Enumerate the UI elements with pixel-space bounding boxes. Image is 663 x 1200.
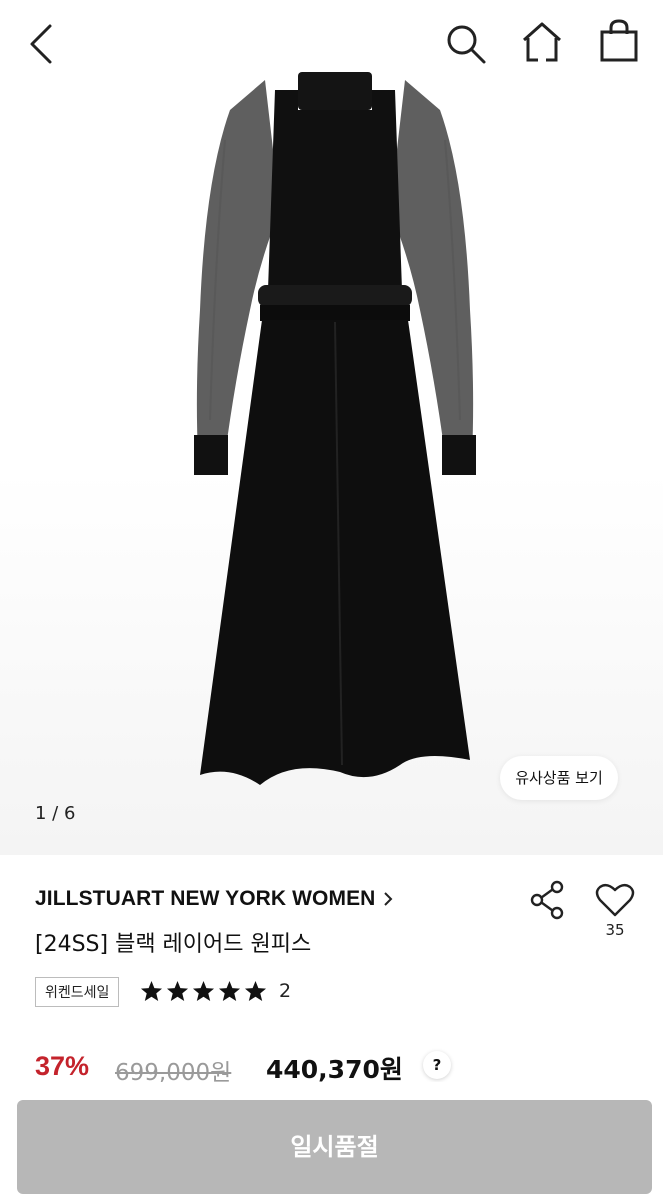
share-icon[interactable] bbox=[528, 880, 566, 924]
star-icon bbox=[244, 980, 267, 1002]
like-count: 35 bbox=[605, 921, 625, 939]
review-count[interactable]: 2 bbox=[279, 980, 291, 1002]
price-help-icon[interactable]: ? bbox=[423, 1051, 451, 1079]
sale-price: 440,370원 bbox=[266, 1055, 403, 1084]
product-image-gallery[interactable]: 유사상품 보기 1 / 6 bbox=[0, 0, 663, 855]
heart-icon[interactable] bbox=[595, 882, 635, 922]
star-icon bbox=[192, 980, 215, 1002]
image-page-indicator: 1 / 6 bbox=[35, 803, 76, 824]
chevron-right-icon bbox=[384, 892, 393, 906]
brand-link[interactable]: JILLSTUART NEW YORK WOMEN bbox=[35, 885, 393, 913]
star-icon bbox=[140, 980, 163, 1002]
star-icon bbox=[166, 980, 189, 1002]
discount-rate: 37% bbox=[35, 1051, 90, 1081]
shopping-bag-icon[interactable] bbox=[598, 18, 640, 64]
home-icon[interactable] bbox=[520, 20, 564, 64]
brand-name: JILLSTUART NEW YORK WOMEN bbox=[35, 887, 376, 910]
similar-products-button[interactable]: 유사상품 보기 bbox=[500, 756, 618, 800]
search-icon[interactable] bbox=[444, 22, 488, 66]
product-image bbox=[194, 72, 476, 785]
sold-out-button[interactable]: 일시품절 bbox=[17, 1100, 652, 1194]
rating-stars[interactable] bbox=[140, 980, 267, 1002]
sale-badge: 위켄드세일 bbox=[35, 977, 120, 1007]
product-title: [24SS] 블랙 레이어드 원피스 bbox=[35, 932, 312, 957]
back-arrow-icon[interactable] bbox=[26, 22, 58, 66]
star-icon bbox=[218, 980, 241, 1002]
